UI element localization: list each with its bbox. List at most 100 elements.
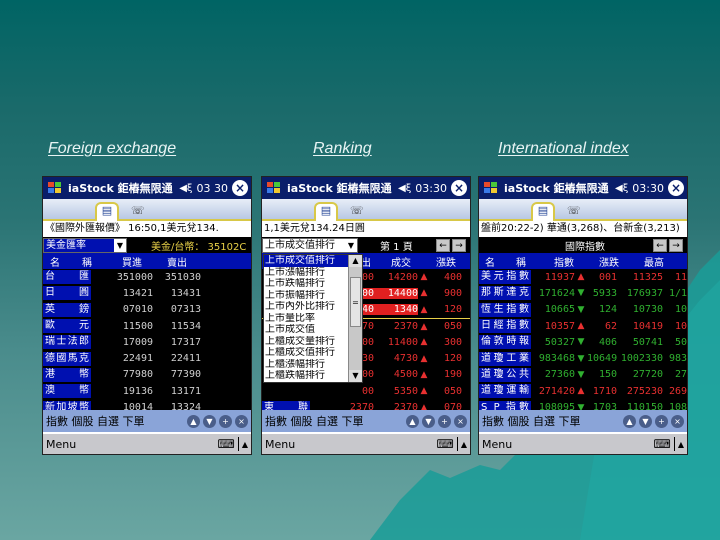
dropdown-option[interactable]: 上櫃成交量排行: [264, 336, 348, 348]
bottom-toolbar: 指數 個股 自選 下單 ▲ ▼ + ×: [43, 410, 251, 432]
next-page-button[interactable]: →: [452, 238, 466, 252]
windows-start-icon[interactable]: [265, 180, 283, 196]
tray-tab-order[interactable]: 下單: [123, 413, 145, 429]
table-row[interactable]: 道瓊工業 983468 ▼ 10649 1002330 983: [479, 350, 687, 366]
sip-arrow-icon[interactable]: ▲: [678, 440, 684, 449]
quote-tab-icon[interactable]: ▤: [531, 202, 555, 221]
sip-arrow-icon[interactable]: ▲: [242, 440, 248, 449]
menu-button[interactable]: Menu: [46, 438, 76, 451]
phone-tab-icon[interactable]: ☏: [350, 204, 364, 217]
keyboard-icon[interactable]: ⌨: [654, 437, 675, 451]
down-icon[interactable]: ▼: [422, 414, 435, 428]
dropdown-option[interactable]: 上市內外比排行: [264, 301, 348, 313]
dropdown-scrollbar[interactable]: ▲ = ▼: [348, 255, 362, 382]
table-row[interactable]: 日經指數 10357 ▲ 62 10419 10: [479, 318, 687, 334]
title-bar: iaStock 鉅樁無限通 ◀ξ 03:30 ×: [479, 177, 687, 199]
table-row[interactable]: 那斯達克 171624 ▼ 5933 176937 1/1: [479, 285, 687, 301]
table-row[interactable]: 澳 幣 19136 13171: [43, 383, 251, 399]
tray-tab-stock[interactable]: 個股: [291, 413, 313, 429]
sell-price: 13431: [170, 287, 201, 299]
ranking-select-value: 上市成交值排行: [263, 238, 345, 252]
dropdown-option[interactable]: 上市振幅排行: [264, 290, 348, 302]
tray-tab-stock[interactable]: 個股: [508, 413, 530, 429]
currency-select[interactable]: 美金匯率 ▼: [43, 237, 127, 253]
dropdown-option[interactable]: 上櫃跌幅排行: [264, 370, 348, 382]
windows-start-icon[interactable]: [46, 180, 64, 196]
quote-tab-icon[interactable]: ▤: [314, 202, 338, 221]
col-name-1: 名: [485, 257, 495, 269]
prev-page-button[interactable]: ←: [653, 238, 667, 252]
dropdown-option[interactable]: 上市成交值: [264, 324, 348, 336]
dropdown-option[interactable]: 上市量比率: [264, 313, 348, 325]
dropdown-option[interactable]: 上市成交值排行: [264, 255, 348, 267]
table-row[interactable]: 道瓊公共 27360 ▼ 150 27720 27: [479, 367, 687, 383]
quote-tab-icon[interactable]: ▤: [95, 202, 119, 221]
chevron-down-icon[interactable]: ▼: [114, 238, 126, 252]
windows-start-icon[interactable]: [482, 180, 500, 196]
keyboard-icon[interactable]: ⌨: [437, 437, 458, 451]
table-row[interactable]: 道瓊運輸 271420 ▲ 1710 275230 269: [479, 383, 687, 399]
down-icon[interactable]: ▼: [203, 414, 216, 428]
buy-price: 77980: [122, 369, 153, 381]
menu-button[interactable]: Menu: [482, 438, 512, 451]
table-row[interactable]: 瑞士法郎 17009 17317: [43, 334, 251, 350]
table-row[interactable]: 歐 元 11500 11534: [43, 318, 251, 334]
change-value: 10649: [587, 353, 618, 365]
table-row[interactable]: 港 幣 77980 77390: [43, 367, 251, 383]
phone-tab-icon[interactable]: ☏: [131, 204, 145, 217]
table-row[interactable]: 恆生指數 10665 ▼ 124 10730 10: [479, 302, 687, 318]
up-arrow-icon: ▲: [577, 272, 585, 283]
table-row[interactable]: 德國馬克 22491 22411: [43, 350, 251, 366]
buy-price: 11500: [122, 320, 153, 332]
sip-arrow-icon[interactable]: ▲: [461, 440, 467, 449]
tray-tab-order[interactable]: 下單: [342, 413, 364, 429]
dropdown-option[interactable]: 上市跌幅排行: [264, 278, 348, 290]
dropdown-option[interactable]: 上櫃成交值排行: [264, 347, 348, 359]
menu-button[interactable]: Menu: [265, 438, 295, 451]
table-row[interactable]: 台 匯 351000 351030: [43, 269, 251, 285]
tray-tab-index[interactable]: 指數: [46, 413, 68, 429]
table-row[interactable]: 倫敦時報 50327 ▼ 406 50741 50: [479, 334, 687, 350]
add-icon[interactable]: +: [438, 414, 451, 428]
table-row[interactable]: 美元指數 11937 ▲ 001 11325 11: [479, 269, 687, 285]
add-icon[interactable]: +: [219, 414, 232, 428]
close-icon[interactable]: ×: [668, 180, 684, 196]
dropdown-option[interactable]: 上市漲幅排行: [264, 267, 348, 279]
close-icon[interactable]: ×: [671, 414, 684, 428]
ranking-select[interactable]: 上市成交值排行 ▼: [262, 237, 358, 253]
tray-tab-watchlist[interactable]: 自選: [97, 413, 119, 429]
chevron-down-icon[interactable]: ▼: [345, 238, 357, 252]
table-row[interactable]: 日 圓 13421 13431: [43, 285, 251, 301]
scroll-thumb[interactable]: =: [350, 277, 361, 327]
table-row[interactable]: 英 鎊 07010 07313: [43, 302, 251, 318]
scroll-down-icon[interactable]: ▼: [349, 369, 362, 382]
caption-ranking: Ranking: [313, 140, 372, 157]
close-icon[interactable]: ×: [451, 180, 467, 196]
keyboard-icon[interactable]: ⌨: [218, 437, 239, 451]
down-icon[interactable]: ▼: [639, 414, 652, 428]
speaker-icon[interactable]: ◀ξ: [615, 183, 628, 194]
dropdown-option[interactable]: 上櫃漲幅排行: [264, 359, 348, 371]
tray-tab-index[interactable]: 指數: [265, 413, 287, 429]
close-icon[interactable]: ×: [454, 414, 467, 428]
scroll-up-icon[interactable]: ▲: [349, 255, 362, 267]
deal-price: 4500: [393, 369, 418, 381]
next-page-button[interactable]: →: [669, 238, 683, 252]
tray-tab-index[interactable]: 指數: [482, 413, 504, 429]
up-icon[interactable]: ▲: [406, 414, 419, 428]
up-icon[interactable]: ▲: [187, 414, 200, 428]
tray-tab-watchlist[interactable]: 自選: [533, 413, 555, 429]
close-icon[interactable]: ×: [232, 180, 248, 196]
prev-page-button[interactable]: ←: [436, 238, 450, 252]
close-icon[interactable]: ×: [235, 414, 248, 428]
table-row[interactable]: 00 5350 ▲ 050: [262, 383, 470, 399]
tray-tab-order[interactable]: 下單: [559, 413, 581, 429]
speaker-icon[interactable]: ◀ξ: [179, 183, 192, 194]
up-icon[interactable]: ▲: [623, 414, 636, 428]
speaker-icon[interactable]: ◀ξ: [398, 183, 411, 194]
phone-tab-icon[interactable]: ☏: [567, 204, 581, 217]
add-icon[interactable]: +: [655, 414, 668, 428]
sell-price: 22411: [170, 353, 201, 365]
tray-tab-stock[interactable]: 個股: [72, 413, 94, 429]
tray-tab-watchlist[interactable]: 自選: [316, 413, 338, 429]
